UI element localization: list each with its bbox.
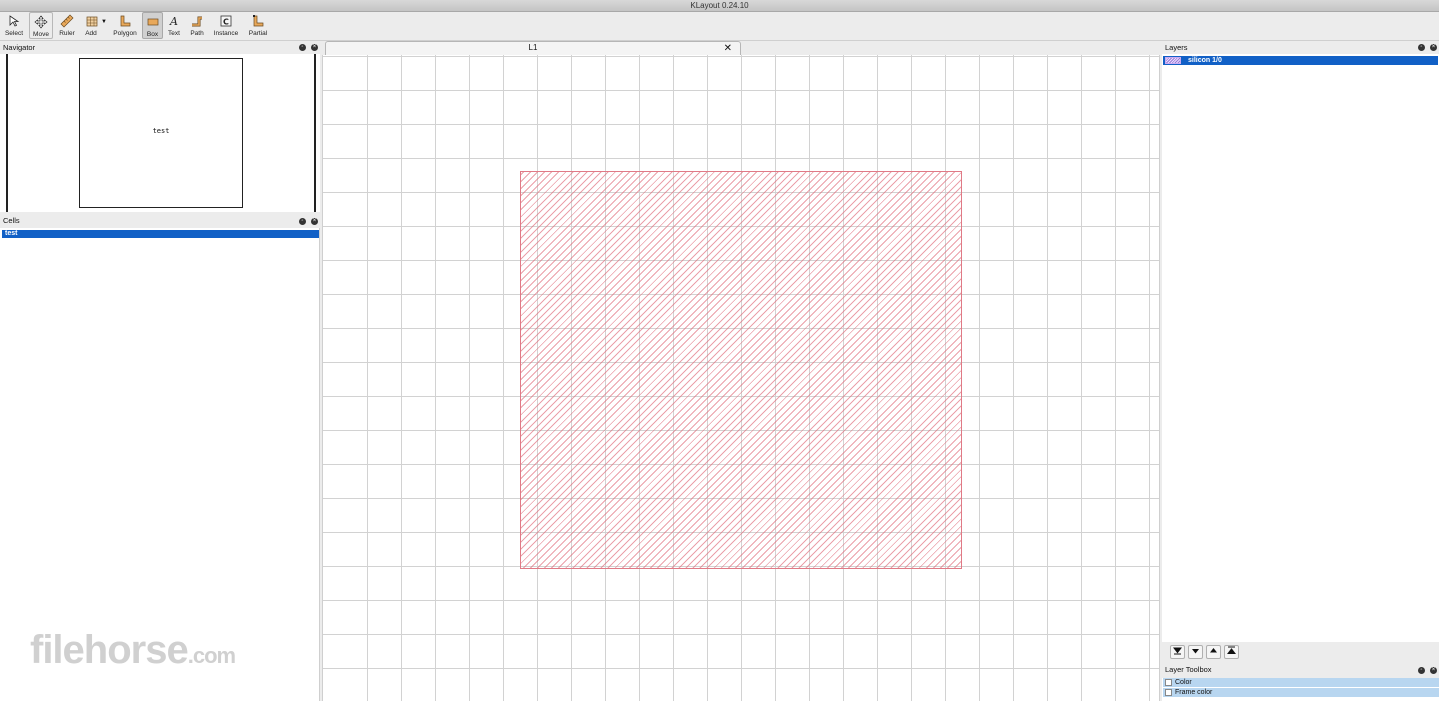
layer-pattern-swatch bbox=[1165, 57, 1181, 64]
add-tool-button[interactable]: ▼ Add bbox=[80, 12, 110, 39]
layers-float-button[interactable]: ◦ bbox=[1418, 44, 1425, 51]
add-dropdown-arrow-icon[interactable]: ▼ bbox=[101, 19, 107, 25]
navigator-left-border bbox=[6, 54, 8, 212]
navigator-right-border bbox=[314, 54, 316, 212]
path-icon bbox=[192, 16, 202, 27]
layer-toolbox-float-button[interactable]: ◦ bbox=[1418, 667, 1425, 674]
partial-tool-button[interactable]: Partial bbox=[246, 12, 270, 39]
layer-list-item[interactable]: silicon 1/0 bbox=[1163, 56, 1438, 65]
polygon-icon bbox=[120, 15, 131, 27]
ruler-tool-button[interactable]: Ruler bbox=[56, 12, 78, 39]
select-arrow-icon bbox=[9, 15, 20, 27]
partial-icon bbox=[253, 15, 264, 27]
box-icon bbox=[147, 18, 158, 26]
layer-toolbox-title: Layer Toolbox bbox=[1165, 665, 1212, 674]
navigator-cell-label: test bbox=[152, 127, 170, 135]
cells-close-button[interactable]: × bbox=[311, 218, 318, 225]
move-to-bottom-icon bbox=[1172, 647, 1183, 655]
move-to-top-icon bbox=[1226, 646, 1237, 654]
move-up-button[interactable] bbox=[1206, 645, 1221, 659]
layer-toolbox-panel: Color Frame color bbox=[1162, 678, 1439, 701]
ruler-icon bbox=[60, 14, 74, 28]
move-to-top-button[interactable] bbox=[1224, 645, 1239, 659]
layout-canvas[interactable] bbox=[322, 55, 1160, 701]
window-title: KLayout 0.24.10 bbox=[0, 0, 1439, 12]
navigator-title: Navigator bbox=[3, 43, 36, 52]
polygon-tool-button[interactable]: Polygon bbox=[113, 12, 137, 39]
instance-icon: C bbox=[220, 15, 232, 27]
toolbar: Select Move Ruler ▼ Add Polygon Box A Te… bbox=[0, 12, 1439, 41]
instance-tool-button[interactable]: C Instance bbox=[212, 12, 240, 39]
navigator-float-button[interactable]: ◦ bbox=[299, 44, 306, 51]
cells-title: Cells bbox=[3, 216, 20, 225]
layer-actions-bar bbox=[1162, 644, 1439, 660]
svg-text:C: C bbox=[223, 18, 229, 27]
cells-float-button[interactable]: ◦ bbox=[299, 218, 306, 225]
navigator-panel[interactable]: test bbox=[0, 54, 320, 212]
layers-panel: silicon 1/0 bbox=[1162, 54, 1439, 642]
close-icon[interactable]: ✕ bbox=[724, 43, 732, 54]
tab-l1[interactable]: L1 ✕ bbox=[325, 41, 741, 55]
cell-list-item[interactable]: test bbox=[2, 230, 319, 238]
add-grid-icon bbox=[86, 16, 98, 27]
navigator-viewport-frame[interactable]: test bbox=[79, 58, 243, 208]
layer-toolbox-close-button[interactable]: × bbox=[1430, 667, 1437, 674]
silicon-box-shape[interactable] bbox=[520, 171, 962, 569]
move-tool-button[interactable]: Move bbox=[29, 12, 53, 39]
tab-label: L1 bbox=[528, 43, 538, 52]
select-tool-button[interactable]: Select bbox=[3, 12, 25, 39]
move-cross-icon bbox=[34, 15, 48, 29]
text-tool-button[interactable]: A Text bbox=[165, 12, 183, 39]
toolbox-frame-color-row[interactable]: Frame color bbox=[1163, 688, 1439, 697]
box-tool-button[interactable]: Box bbox=[142, 12, 163, 39]
toolbox-color-row[interactable]: Color bbox=[1163, 678, 1439, 687]
svg-text:A: A bbox=[169, 15, 178, 28]
layers-title: Layers bbox=[1165, 43, 1188, 52]
navigator-close-button[interactable]: × bbox=[311, 44, 318, 51]
text-icon: A bbox=[169, 15, 178, 28]
move-up-icon bbox=[1210, 648, 1217, 653]
move-down-button[interactable] bbox=[1188, 645, 1203, 659]
frame-color-expand-checkbox[interactable] bbox=[1165, 689, 1172, 696]
color-expand-checkbox[interactable] bbox=[1165, 679, 1172, 686]
move-to-bottom-button[interactable] bbox=[1170, 645, 1185, 659]
move-down-icon bbox=[1192, 649, 1199, 654]
layer-name: silicon 1/0 bbox=[1188, 57, 1222, 64]
klayout-window: KLayout 0.24.10 Select Move Ruler ▼ Add … bbox=[0, 0, 1439, 701]
path-tool-button[interactable]: Path bbox=[187, 12, 207, 39]
watermark-logo: filehorse.com bbox=[30, 628, 236, 672]
layers-close-button[interactable]: × bbox=[1430, 44, 1437, 51]
